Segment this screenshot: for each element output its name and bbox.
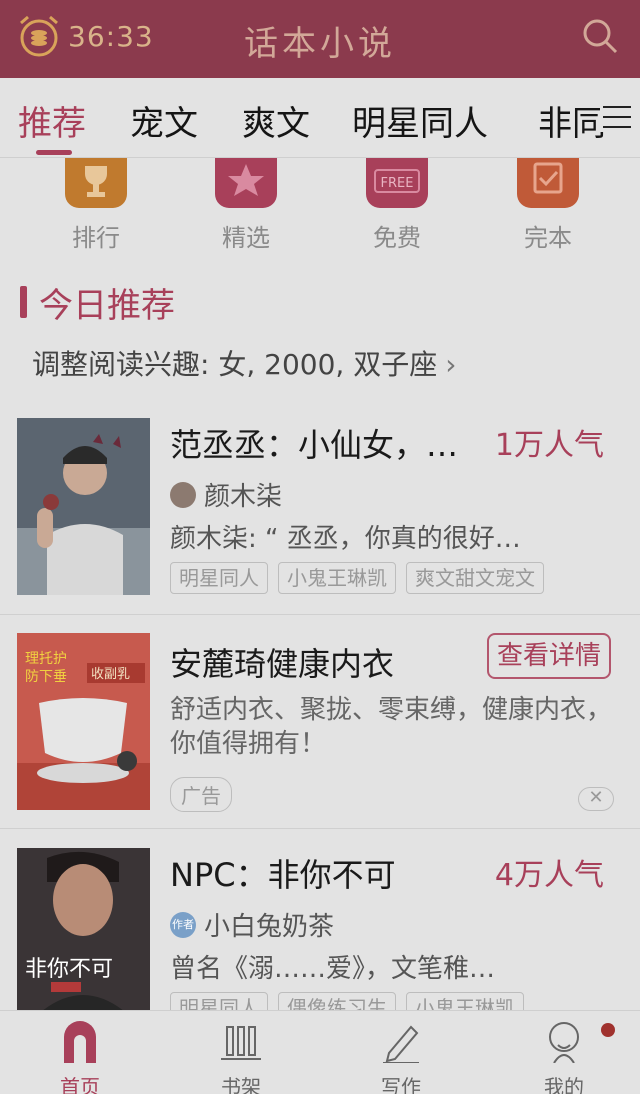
quick-link-featured[interactable]: 精选 <box>191 158 301 253</box>
divider <box>0 828 640 829</box>
quick-link-ranking[interactable]: 排行 <box>41 158 151 253</box>
author-row[interactable]: 作者 小白兔奶茶 <box>170 906 334 943</box>
interest-text: 调整阅读兴趣: 女, 2000, 双子座 <box>32 348 438 381</box>
svg-text:理托护: 理托护 <box>25 651 67 667</box>
book-cover[interactable]: 非你不可 <box>17 848 150 1010</box>
book-title[interactable]: 范丞丞：小仙女，… <box>170 420 458 466</box>
nav-home[interactable]: 首页 <box>30 1019 130 1094</box>
trophy-icon <box>65 158 127 208</box>
star-icon <box>215 158 277 208</box>
book-cover[interactable] <box>17 418 150 595</box>
quick-link-label: 精选 <box>222 224 270 252</box>
tag[interactable]: 明星同人 <box>170 562 268 594</box>
tag[interactable]: 明星同人 <box>170 992 268 1010</box>
top-bar: 36:33 话本小说 <box>0 0 640 78</box>
nav-bookshelf[interactable]: 书架 <box>191 1019 291 1094</box>
nav-label: 写作 <box>381 1075 421 1094</box>
tab-more[interactable]: 非同 <box>538 96 606 145</box>
author-row[interactable]: 颜木柒 <box>170 476 282 513</box>
category-tabs: 推荐 宠文 爽文 明星同人 非同 <box>0 78 640 158</box>
ad-title[interactable]: 安麓琦健康内衣 <box>170 639 394 685</box>
bookshelf-icon <box>221 1026 261 1060</box>
nav-label: 首页 <box>60 1075 100 1094</box>
home-icon <box>64 1021 96 1063</box>
ad-description: 舒适内衣、聚拢、零束缚，健康内衣，你值得拥有！ <box>170 695 613 759</box>
app-title: 话本小说 <box>244 24 396 64</box>
notification-dot <box>601 1023 615 1037</box>
book-title[interactable]: NPC：非你不可 <box>170 850 396 896</box>
close-icon[interactable]: ✕ <box>578 787 614 811</box>
tab-celebrity-fanfic[interactable]: 明星同人 <box>352 96 488 145</box>
quick-link-label: 完本 <box>524 224 572 252</box>
bottom-nav: 首页 书架 写作 我的 <box>0 1010 640 1094</box>
tag[interactable]: 偶像练习生 <box>278 992 396 1010</box>
avatar <box>170 481 196 508</box>
svg-text:FREE: FREE <box>381 176 414 191</box>
divider <box>0 614 640 615</box>
author-name: 小白兔奶茶 <box>204 912 335 942</box>
author-name: 颜木柒 <box>204 482 283 512</box>
quick-link-completed[interactable]: 完本 <box>493 158 603 253</box>
tab-pet-novel[interactable]: 宠文 <box>130 96 198 145</box>
free-icon: FREE <box>366 158 428 208</box>
book-card[interactable]: 非你不可 NPC：非你不可 4万人气 作者 小白兔奶茶 曾名《溺……爱》，文笔稚… <box>0 848 640 1010</box>
nav-label: 我的 <box>544 1075 584 1094</box>
tab-recommend[interactable]: 推荐 <box>18 96 86 145</box>
check-icon <box>517 158 579 208</box>
quick-link-label: 免费 <box>373 224 421 252</box>
book-description: 曾名《溺……爱》，文笔稚… <box>170 954 496 984</box>
nav-profile[interactable]: 我的 <box>514 1019 614 1094</box>
tab-cool-novel[interactable]: 爽文 <box>242 96 310 145</box>
adjust-interest-link[interactable]: 调整阅读兴趣: 女, 2000, 双子座 › <box>32 343 456 383</box>
ad-card[interactable]: 理托护 防下垂 收副乳 安麓琦健康内衣 查看详情 舒适内衣、聚拢、零束缚，健康内… <box>0 633 640 828</box>
profile-icon <box>549 1022 579 1064</box>
svg-text:收副乳: 收副乳 <box>91 667 130 682</box>
book-description: 颜木柒: “ 丞丞，你真的很好… <box>170 524 521 554</box>
menu-icon[interactable] <box>600 102 634 132</box>
tag[interactable]: 小鬼王琳凯 <box>278 562 396 594</box>
popularity-count: 1万人气 <box>494 428 604 463</box>
tag-list: 明星同人 小鬼王琳凯 爽文甜文宠文 <box>170 562 544 594</box>
svg-text:非你不可: 非你不可 <box>25 957 113 982</box>
ad-image[interactable]: 理托护 防下垂 收副乳 <box>17 633 150 810</box>
quick-links: 排行 精选 FREE 免费 完本 <box>0 158 640 258</box>
nav-write[interactable]: 写作 <box>351 1019 451 1094</box>
section-marker <box>20 286 27 318</box>
active-tab-indicator <box>36 150 72 155</box>
tag-list: 明星同人 偶像练习生 小鬼王琳凯 <box>170 992 524 1010</box>
popularity-count: 4万人气 <box>494 858 604 893</box>
svg-text:防下垂: 防下垂 <box>25 669 67 685</box>
nav-label: 书架 <box>221 1075 261 1094</box>
author-badge: 作者 <box>170 911 196 938</box>
book-card[interactable]: 范丞丞：小仙女，… 1万人气 颜木柒 颜木柒: “ 丞丞，你真的很好… 明星同人… <box>0 418 640 614</box>
ad-label: 广告 <box>170 777 232 812</box>
section-title-text: 今日推荐 <box>39 285 175 326</box>
tag[interactable]: 小鬼王琳凯 <box>406 992 524 1010</box>
view-details-button[interactable]: 查看详情 <box>487 633 611 679</box>
quick-link-label: 排行 <box>72 224 120 252</box>
chevron-right-icon: › <box>445 348 457 381</box>
quick-link-free[interactable]: FREE 免费 <box>342 158 452 253</box>
pencil-icon <box>383 1025 419 1064</box>
section-title: 今日推荐 <box>20 282 175 326</box>
search-icon[interactable] <box>580 16 620 56</box>
tag[interactable]: 爽文甜文宠文 <box>406 562 544 594</box>
